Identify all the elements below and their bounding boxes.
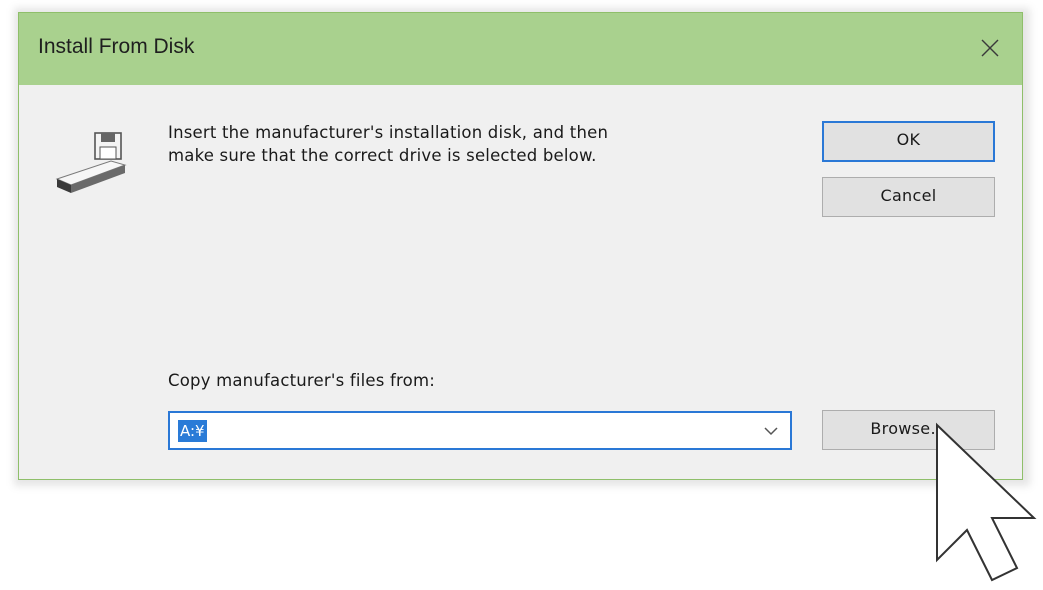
instruction-text: Insert the manufacturer's installation d… (168, 123, 609, 165)
chevron-down-icon[interactable] (764, 427, 778, 436)
install-from-disk-dialog: Install From Disk Insert the manufacture… (18, 12, 1023, 480)
copy-from-label: Copy manufacturer's files from: (168, 371, 435, 390)
title-bar[interactable]: Install From Disk (19, 13, 1022, 85)
dialog-title: Install From Disk (38, 35, 195, 58)
copy-from-combobox[interactable]: A:¥ (168, 411, 792, 450)
cancel-button[interactable]: Cancel (822, 177, 995, 217)
mouse-pointer-icon (936, 422, 1037, 582)
close-icon (981, 39, 999, 57)
path-input-value[interactable]: A:¥ (178, 420, 207, 442)
ok-button[interactable]: OK (822, 121, 995, 162)
close-button[interactable] (956, 13, 1022, 85)
screenshot-canvas: Install From Disk Insert the manufacture… (0, 0, 1043, 590)
floppy-disk-drive-icon (55, 132, 127, 193)
